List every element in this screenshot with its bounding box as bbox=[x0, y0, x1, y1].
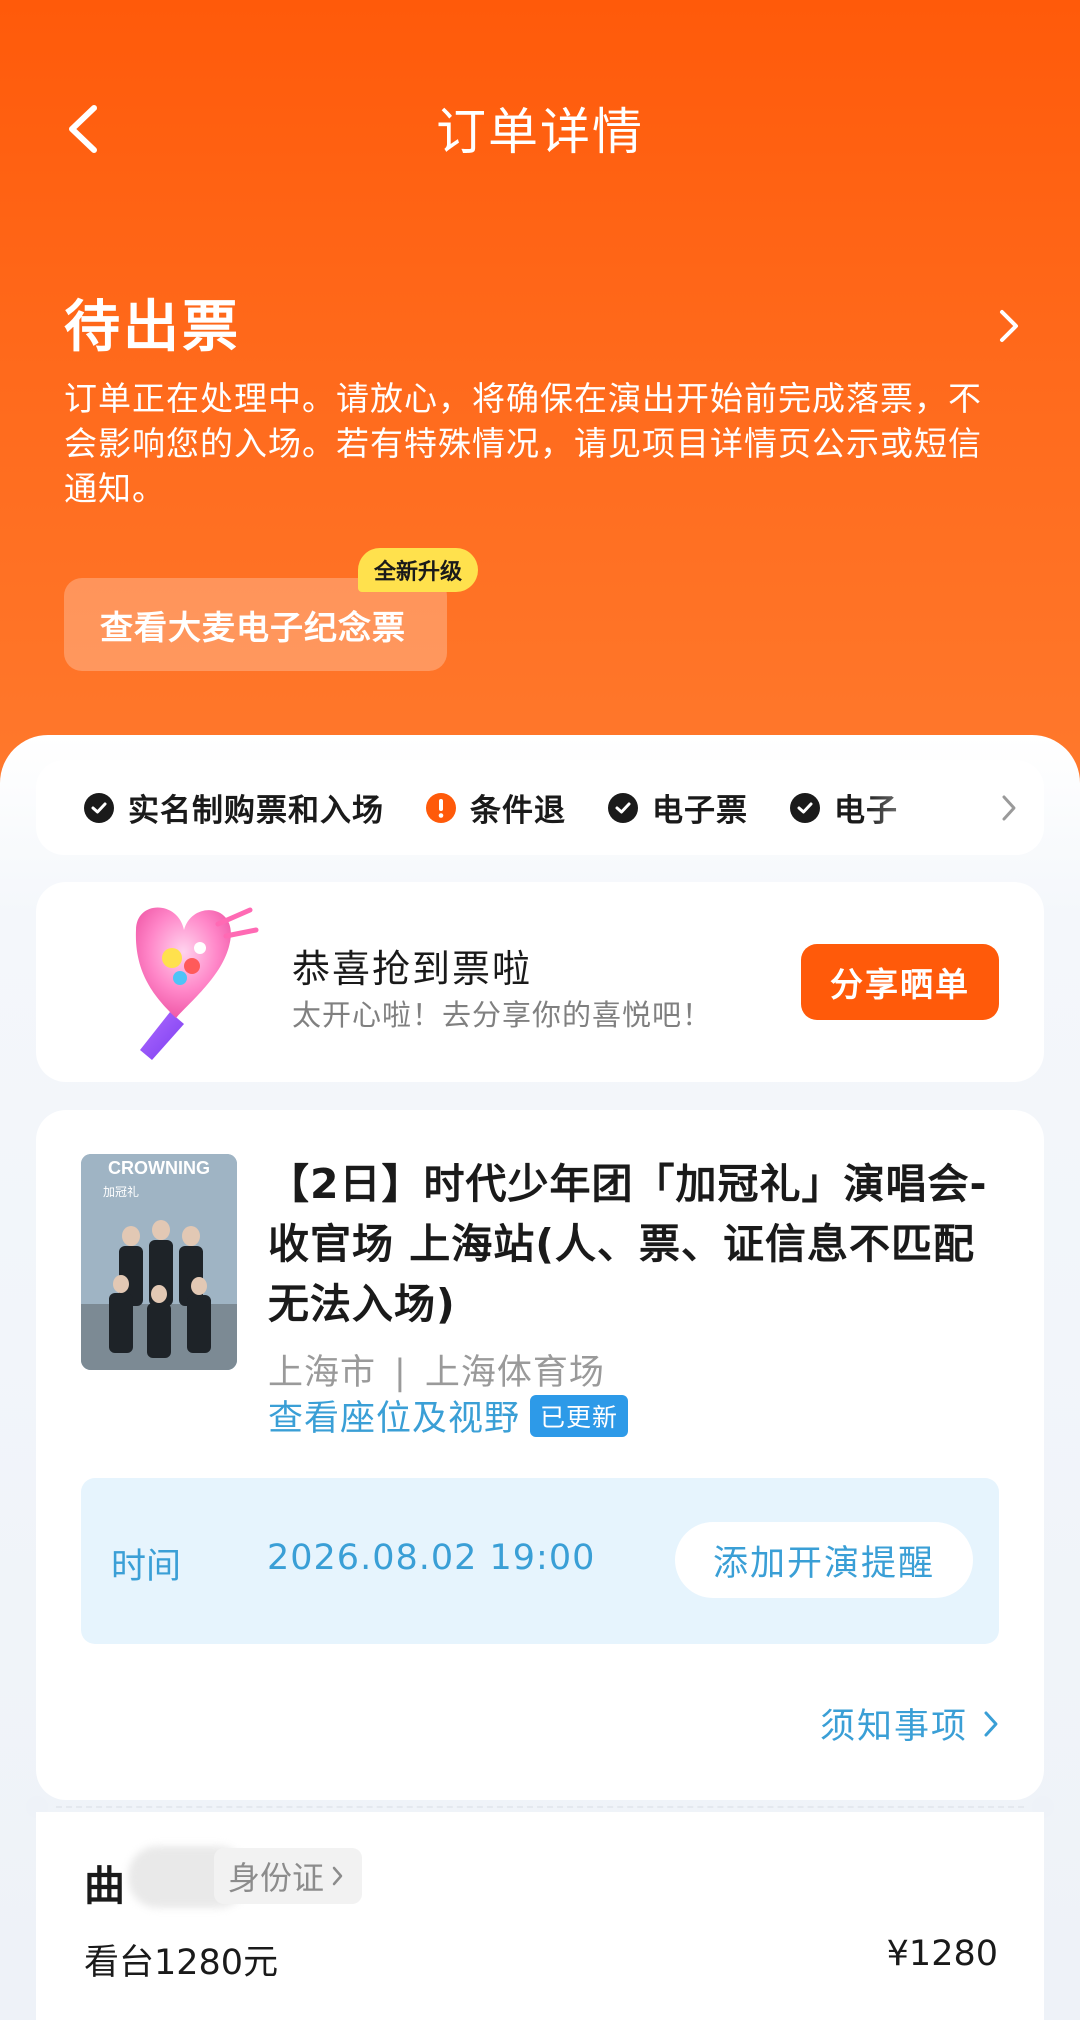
share-order-card: 恭喜抢到票啦 太开心啦！去分享你的喜悦吧！ 分享晒单 bbox=[36, 882, 1044, 1082]
feature-conditional-refund: 条件退 bbox=[426, 785, 566, 830]
exclamation-icon bbox=[426, 792, 456, 823]
page-title: 订单详情 bbox=[436, 103, 644, 161]
feature-e-ticket: 电子票 bbox=[608, 785, 748, 830]
order-status-title: 待出票 bbox=[64, 295, 241, 360]
ticket-features-bar[interactable]: 实名制购票和入场 条件退 电子票 电子 bbox=[36, 760, 1044, 855]
holder-name: 曲 bbox=[84, 1862, 125, 1910]
updated-badge: 已更新 bbox=[530, 1394, 629, 1437]
new-upgrade-badge: 全新升级 bbox=[358, 548, 479, 592]
notice-link-label: 须知事项 bbox=[819, 1707, 968, 1747]
event-venue: 上海体育场 bbox=[424, 1353, 605, 1393]
poster-title: CROWNING bbox=[108, 1158, 210, 1178]
id-type-chip[interactable]: 身份证 bbox=[214, 1848, 363, 1904]
features-fade-overlay bbox=[864, 760, 984, 855]
ticket-divider bbox=[56, 1806, 1024, 1808]
check-icon bbox=[84, 792, 114, 823]
poster-image-icon: CROWNING 加冠礼 bbox=[81, 1154, 237, 1370]
ticket-type: 看台1280元 bbox=[84, 1943, 279, 1983]
chevron-right-icon bbox=[332, 1866, 343, 1886]
event-poster[interactable]: CROWNING 加冠礼 bbox=[81, 1154, 237, 1370]
event-info-card: CROWNING 加冠礼 【2日】时代少年团「加冠礼」演唱会-收官场 上海站(人… bbox=[36, 1110, 1044, 1800]
share-order-button[interactable]: 分享晒单 bbox=[801, 944, 999, 1020]
event-time-box: 时间 2026.08.02 19:00 添加开演提醒 bbox=[81, 1478, 999, 1644]
check-icon bbox=[790, 792, 820, 823]
share-title: 恭喜抢到票啦 bbox=[292, 947, 533, 991]
event-title[interactable]: 【2日】时代少年团「加冠礼」演唱会-收官场 上海站(人、票、证信息不匹配无法入场… bbox=[268, 1154, 1008, 1334]
ticket-holder-card: 曲 身份证 看台1280元 ¥1280 bbox=[36, 1812, 1044, 2020]
order-status-description: 订单正在处理中。请放心，将确保在演出开始前完成落票，不会影响您的入场。若有特殊情… bbox=[64, 379, 982, 508]
poster-subtitle: 加冠礼 bbox=[103, 1184, 139, 1199]
feature-real-name: 实名制购票和入场 bbox=[84, 785, 384, 830]
ticket-price: ¥1280 bbox=[886, 1934, 998, 1974]
chevron-right-icon[interactable] bbox=[996, 306, 1022, 346]
chevron-right-icon bbox=[1002, 795, 1016, 820]
feature-label: 电子票 bbox=[652, 793, 748, 829]
location-separator: | bbox=[394, 1353, 407, 1393]
features-more-button[interactable] bbox=[974, 760, 1044, 855]
chevron-right-icon bbox=[984, 1711, 998, 1736]
event-city: 上海市 bbox=[268, 1353, 377, 1393]
id-type-label: 身份证 bbox=[228, 1859, 325, 1897]
feature-label: 条件退 bbox=[470, 793, 566, 829]
share-subtitle: 太开心啦！去分享你的喜悦吧！ bbox=[292, 998, 713, 1032]
lightstick-illustration-icon bbox=[135, 907, 259, 1060]
seat-link-label: 查看座位及视野 bbox=[268, 1399, 521, 1439]
notice-link[interactable]: 须知事项 bbox=[820, 1698, 1000, 1749]
event-location: 上海市 | 上海体育场 bbox=[268, 1344, 605, 1395]
feature-label: 实名制购票和入场 bbox=[128, 793, 384, 829]
time-label: 时间 bbox=[111, 1547, 182, 1587]
event-datetime: 2026.08.02 19:00 bbox=[267, 1538, 596, 1578]
view-seat-link[interactable]: 查看座位及视野 已更新 bbox=[268, 1390, 629, 1441]
add-reminder-button[interactable]: 添加开演提醒 bbox=[675, 1522, 973, 1598]
check-icon bbox=[608, 792, 638, 823]
